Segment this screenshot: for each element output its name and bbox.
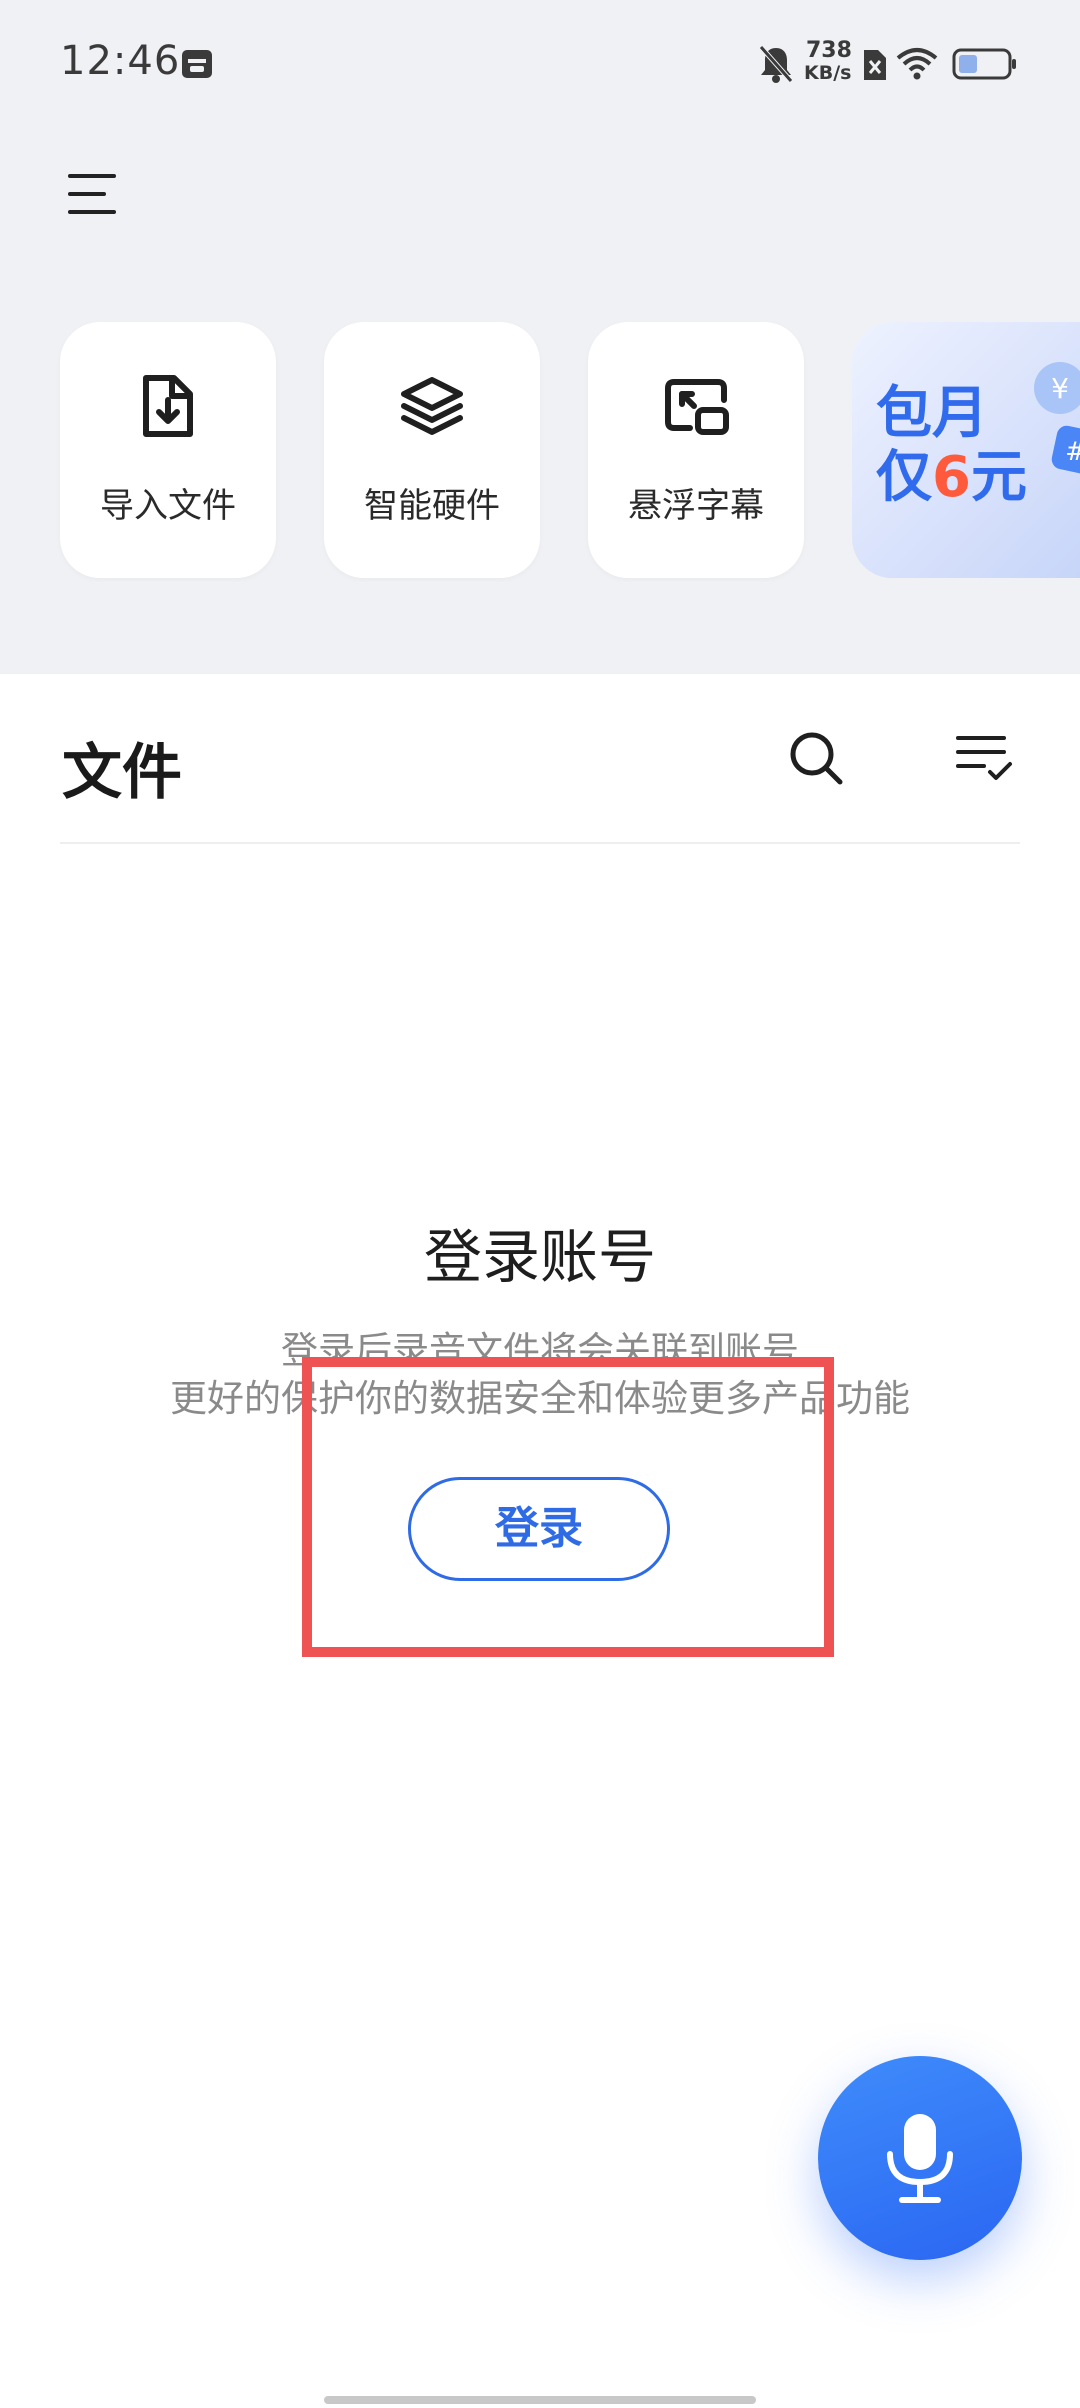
quick-actions-row: 导入文件 智能硬件 悬浮字幕 包月 仅6元 ¥ # <box>0 322 1080 582</box>
promo-line2-suffix: 元 <box>970 445 1027 510</box>
promo-banner[interactable]: 包月 仅6元 ¥ # <box>852 322 1080 578</box>
mute-bell-icon <box>759 45 793 83</box>
record-button[interactable] <box>818 2056 1022 2260</box>
floating-subtitle-label: 悬浮字幕 <box>628 486 764 526</box>
hash-tag-icon: # <box>1051 425 1080 475</box>
coin-icon: ¥ <box>1034 362 1080 414</box>
search-icon[interactable] <box>786 728 846 788</box>
header-divider <box>60 842 1020 844</box>
promo-line2: 仅6元 <box>876 448 1027 508</box>
files-header: 文件 <box>0 674 1080 844</box>
microphone-icon <box>887 2114 953 2203</box>
layers-icon <box>401 377 463 435</box>
smart-hardware-card[interactable]: 智能硬件 <box>324 322 540 578</box>
wifi-icon <box>896 48 938 80</box>
net-speed-unit: KB/s <box>804 62 852 84</box>
highlight-box <box>302 1357 834 1657</box>
calendar-notification-icon <box>182 50 212 78</box>
promo-line2-prefix: 仅 <box>876 445 932 510</box>
files-title: 文件 <box>62 738 182 808</box>
floating-window-icon <box>665 379 729 435</box>
smart-hardware-label: 智能硬件 <box>364 486 500 526</box>
net-speed-value: 738 <box>806 38 852 63</box>
file-import-icon <box>143 375 193 437</box>
menu-icon[interactable] <box>62 168 122 220</box>
status-time: 12:46 <box>60 38 181 84</box>
svg-text:¥: ¥ <box>1051 372 1069 405</box>
svg-text:#: # <box>1065 437 1080 467</box>
home-indicator[interactable] <box>324 2396 756 2404</box>
status-bar: 12:46 738 KB/s <box>0 0 1080 130</box>
promo-price: 6 <box>932 445 971 510</box>
promo-line1: 包月 <box>876 381 988 446</box>
import-file-card[interactable]: 导入文件 <box>60 322 276 578</box>
import-file-label: 导入文件 <box>100 486 236 526</box>
battery-icon <box>952 48 1016 80</box>
multi-select-list-icon[interactable] <box>954 728 1014 788</box>
floating-subtitle-card[interactable]: 悬浮字幕 <box>588 322 804 578</box>
sim-disabled-icon <box>864 50 886 80</box>
login-title: 登录账号 <box>423 1223 656 1291</box>
